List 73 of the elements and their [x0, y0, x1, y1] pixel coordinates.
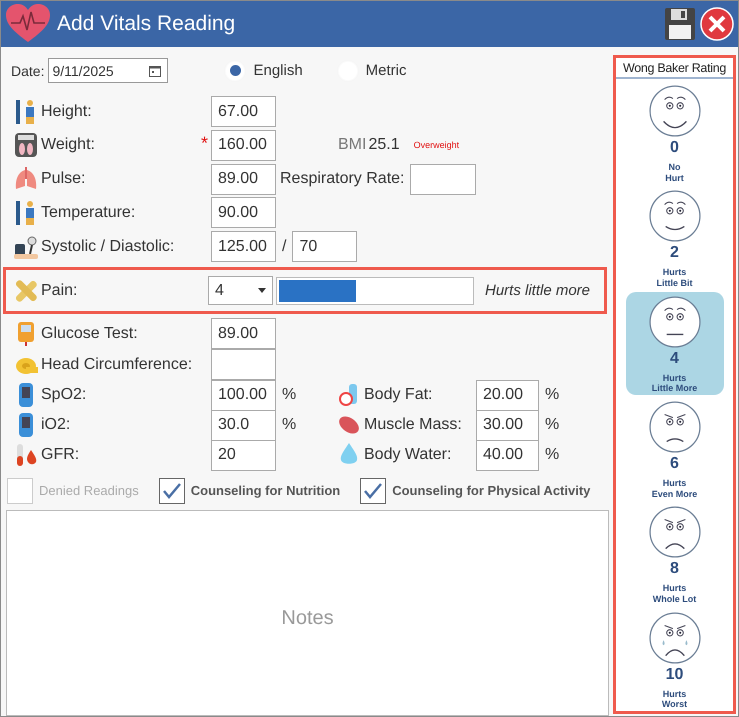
input-field[interactable]: 100.00	[211, 380, 276, 411]
field-label: iO2:	[41, 416, 72, 434]
field-label: Weight:	[41, 136, 96, 154]
input-field[interactable]: 90.00	[211, 197, 276, 228]
bmi-status: Overweight	[414, 140, 460, 150]
unit-radio[interactable]: English	[224, 60, 303, 82]
caret-icon	[258, 288, 266, 294]
date-label: Date:	[11, 62, 44, 79]
scale-icon	[14, 132, 38, 158]
bmi-label: BMI	[338, 136, 366, 154]
heart-logo-icon	[5, 4, 51, 44]
field-label: GFR:	[41, 446, 80, 464]
face-icon	[648, 505, 702, 560]
field-label: Temperature:	[41, 204, 136, 222]
unit-label: %	[282, 386, 298, 404]
input-field[interactable]	[410, 164, 476, 195]
field-label: Systolic / Diastolic:	[41, 238, 176, 256]
pain-face-option[interactable]: 6 Hurts Even More	[626, 396, 724, 500]
face-icon	[648, 610, 702, 665]
panel-title: Wong Baker Rating	[616, 58, 733, 79]
face-icon	[648, 189, 702, 244]
test-tube-icon	[14, 442, 38, 468]
pain-face-option[interactable]: 0 No Hurt	[626, 81, 724, 184]
face-icon	[648, 400, 702, 454]
field-label: Height:	[41, 102, 93, 121]
input-field[interactable]: 30.0	[211, 410, 276, 441]
input-field[interactable]: 20.00	[476, 380, 539, 411]
blood-pressure-icon	[14, 234, 38, 260]
field-label: Pain:	[41, 282, 78, 300]
field-label: Body Water:	[364, 446, 452, 464]
window-title: Add Vitals Reading	[57, 12, 236, 36]
checkbox[interactable]: Counseling for Nutrition	[158, 478, 340, 504]
close-icon[interactable]	[700, 7, 734, 41]
input-field[interactable]: 70	[292, 231, 358, 262]
pain-face-option[interactable]: 4 Hurts Little More	[626, 292, 724, 395]
notes-field[interactable]: Notes	[6, 510, 609, 716]
required-mark: *	[201, 134, 210, 152]
field-label: Muscle Mass:	[364, 416, 463, 434]
input-field[interactable]	[211, 349, 276, 380]
bmi-value: 25.1	[368, 136, 400, 154]
pain-face-option[interactable]: 2 Hurts Little Bit	[626, 186, 724, 290]
pain-description: Hurts little more	[485, 282, 590, 300]
pain-dropdown[interactable]: 4	[208, 276, 273, 306]
check-icon	[363, 482, 384, 500]
checkbox[interactable]: Counseling for Physical Activity	[360, 478, 590, 504]
unit-label: %	[545, 446, 560, 464]
input-field[interactable]: 67.00	[211, 96, 276, 128]
field-label: Pulse:	[41, 170, 86, 188]
field-label: Glucose Test:	[41, 324, 139, 343]
pain-face-option[interactable]: 8 Hurts Whole Lot	[626, 502, 724, 606]
input-field[interactable]: 30.00	[476, 410, 539, 441]
input-field[interactable]: 160.00	[211, 130, 276, 161]
face-icon	[648, 84, 702, 138]
face-icon	[648, 294, 702, 349]
input-field[interactable]: 89.00	[211, 164, 276, 195]
field-label: SpO2:	[41, 386, 88, 404]
input-field[interactable]: 20	[211, 440, 276, 471]
unit-label: %	[545, 416, 560, 434]
field-label: Head Circumference:	[41, 356, 194, 374]
input-field[interactable]: 40.00	[476, 440, 539, 471]
unit-label: %	[545, 386, 560, 404]
field-label: Body Fat:	[364, 386, 434, 404]
unit-radio[interactable]: Metric	[336, 60, 407, 82]
separator: /	[282, 238, 286, 256]
pain-face-option[interactable]: 10 Hurts Worst	[626, 608, 724, 711]
calendar-icon	[149, 64, 162, 77]
input-field[interactable]: 89.00	[211, 318, 276, 350]
unit-label: %	[282, 416, 298, 434]
input-field[interactable]: 125.00	[211, 231, 276, 262]
field-label: Respiratory Rate:	[280, 170, 404, 188]
check-icon	[162, 482, 182, 500]
date-field[interactable]: 9/11/2025	[48, 58, 168, 84]
save-icon[interactable]	[664, 7, 696, 41]
